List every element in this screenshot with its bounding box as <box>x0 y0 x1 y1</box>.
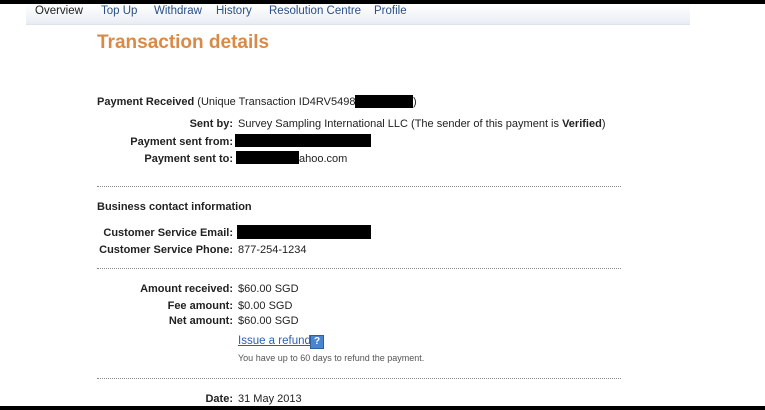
amount-received-label: Amount received: <box>140 283 233 295</box>
screenshot-frame: Overview Top Up Withdraw History Resolut… <box>0 0 765 410</box>
sent-by-value: Survey Sampling International LLC (The s… <box>238 118 605 130</box>
sent-by-label: Sent by: <box>189 118 233 130</box>
redacted-transaction-id <box>355 95 413 108</box>
business-contact-heading: Business contact information <box>97 201 252 213</box>
verified-close: ) <box>601 118 606 130</box>
question-icon[interactable]: ? <box>310 335 324 349</box>
top-navigation: Overview Top Up Withdraw History Resolut… <box>26 4 690 25</box>
redacted-customer-service-email <box>237 225 371 239</box>
nav-item-history[interactable]: History <box>216 5 252 17</box>
customer-service-phone-label: Customer Service Phone: <box>99 244 233 256</box>
payment-sent-from-label: Payment sent from: <box>130 136 233 148</box>
verified-status: Verified <box>562 118 602 130</box>
divider <box>97 268 621 269</box>
payment-received-line: Payment Received (Unique Transaction ID4… <box>97 96 369 108</box>
transaction-id-close: ) <box>413 96 417 108</box>
net-amount-value: $60.00 SGD <box>238 315 299 327</box>
page-title: Transaction details <box>97 32 270 53</box>
bottom-black-border <box>0 406 765 410</box>
recipient-email-suffix: ahoo.com <box>299 153 348 165</box>
nav-item-withdraw[interactable]: Withdraw <box>154 5 202 17</box>
transaction-id: (Unique Transaction ID4RV54981V <box>197 96 369 108</box>
date-label: Date: <box>205 393 233 405</box>
fee-amount-value: $0.00 SGD <box>238 300 293 312</box>
refund-note: You have up to 60 days to refund the pay… <box>238 353 425 363</box>
amount-received-value: $60.00 SGD <box>238 283 299 295</box>
nav-item-overview[interactable]: Overview <box>35 5 83 17</box>
nav-item-top-up[interactable]: Top Up <box>101 5 137 17</box>
redacted-recipient-email <box>236 151 299 164</box>
customer-service-email-label: Customer Service Email: <box>103 227 233 239</box>
nav-item-resolution-centre[interactable]: Resolution Centre <box>269 5 361 17</box>
redacted-sender-email <box>235 134 371 147</box>
fee-amount-label: Fee amount: <box>167 300 233 312</box>
sender-name: Survey Sampling International LLC (The s… <box>238 118 563 130</box>
divider <box>97 378 621 379</box>
net-amount-label: Net amount: <box>168 315 233 327</box>
payment-received-label: Payment Received <box>97 96 195 108</box>
nav-item-profile[interactable]: Profile <box>374 5 407 17</box>
customer-service-phone-value: 877-254-1234 <box>238 244 307 256</box>
issue-refund-link[interactable]: Issue a refund <box>238 335 311 347</box>
date-value: 31 May 2013 <box>238 393 302 405</box>
payment-sent-to-label: Payment sent to: <box>144 153 233 165</box>
divider <box>97 186 621 187</box>
